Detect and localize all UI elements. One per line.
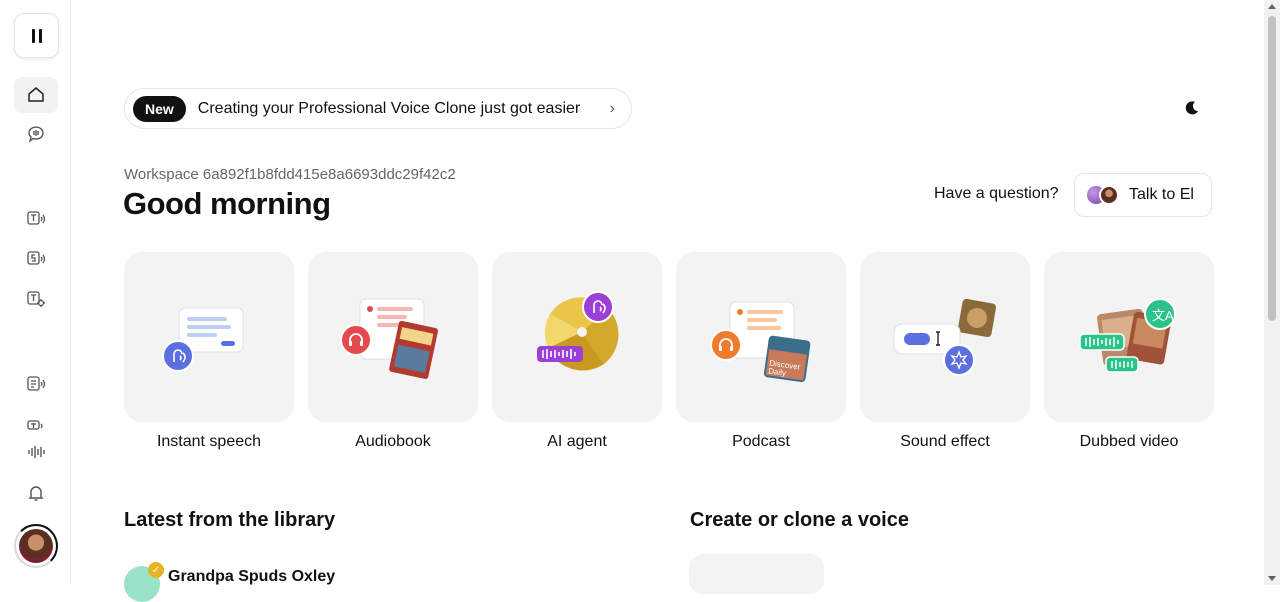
talk-to-el-button[interactable]: Talk to El xyxy=(1074,173,1212,217)
card-sound-effect[interactable]: Sound effect xyxy=(860,252,1030,451)
sound-settings-icon xyxy=(27,291,45,307)
page-title: Good morning xyxy=(123,186,331,221)
card-tile: Discover Daily xyxy=(676,252,846,422)
workspace-id: Workspace 6a892f1b8fdd415e8a6693ddc29f42… xyxy=(124,166,456,183)
clone-section-title: Create or clone a voice xyxy=(690,509,909,531)
sound-effect-illustration xyxy=(893,298,997,376)
user-avatar-button[interactable] xyxy=(14,524,58,568)
pause-icon xyxy=(31,28,42,43)
sidebar-item-home[interactable] xyxy=(14,77,58,113)
voice-avatar: ✓ xyxy=(124,562,164,602)
ai-agent-illustration xyxy=(537,291,619,371)
announcement-banner[interactable]: New Creating your Professional Voice Clo… xyxy=(124,88,632,129)
new-badge: New xyxy=(133,95,186,122)
card-label: Dubbed video xyxy=(1079,433,1179,450)
bell-icon xyxy=(28,486,44,501)
speech-to-speech-icon xyxy=(27,251,46,265)
library-item[interactable]: ✓ Grandpa Spuds Oxley xyxy=(124,560,335,602)
avatar xyxy=(19,529,53,563)
scroll-up-icon[interactable] xyxy=(1268,4,1276,9)
sidebar-item-notifications[interactable] xyxy=(14,475,58,511)
document-audio-icon xyxy=(27,376,46,391)
theme-toggle-button[interactable] xyxy=(1180,96,1204,120)
card-instant-speech[interactable]: Instant speech xyxy=(124,252,294,451)
card-label: Instant speech xyxy=(156,433,262,450)
card-label: Audiobook xyxy=(355,433,431,450)
sidebar-item-audio[interactable] xyxy=(14,434,58,470)
sidebar-item-projects[interactable] xyxy=(14,366,58,402)
sidebar-item-text-to-speech[interactable] xyxy=(14,201,58,237)
card-tile xyxy=(492,252,662,422)
card-audiobook[interactable]: Audiobook xyxy=(308,252,478,451)
sidebar-item-speech-to-speech[interactable] xyxy=(14,241,58,277)
card-tile xyxy=(308,252,478,422)
translate-icon xyxy=(27,420,43,430)
waveform-icon xyxy=(28,446,45,458)
instant-speech-illustration xyxy=(162,307,244,372)
speech-bubble-icon xyxy=(28,126,44,143)
card-podcast[interactable]: Discover Daily Podcast xyxy=(676,252,846,451)
sidebar xyxy=(0,0,71,585)
card-label: AI agent xyxy=(547,433,607,450)
podcast-illustration: DiscoverDaily xyxy=(710,301,811,383)
card-label: Sound effect xyxy=(900,433,990,450)
sidebar-item-sound-effects[interactable] xyxy=(14,281,58,317)
card-dubbed-video[interactable]: 文A Dubbed video xyxy=(1044,252,1214,451)
chevron-right-icon: › xyxy=(609,99,615,117)
feature-cards: Instant speech Audiobook AI agent Discov… xyxy=(124,252,1214,451)
scroll-down-icon[interactable] xyxy=(1268,576,1276,581)
card-ai-agent[interactable]: AI agent xyxy=(492,252,662,451)
scrollbar-thumb[interactable] xyxy=(1268,16,1276,321)
help-question: Have a question? xyxy=(934,185,1059,202)
card-tile xyxy=(860,252,1030,422)
verified-check-icon: ✓ xyxy=(148,562,164,578)
card-tile xyxy=(124,252,294,422)
page-scrollbar[interactable] xyxy=(1264,0,1280,585)
library-section-title: Latest from the library xyxy=(124,509,336,531)
dubbed-video-illustration: 文A xyxy=(1079,298,1176,373)
card-label: Podcast xyxy=(732,433,790,450)
agent-avatar xyxy=(1099,185,1119,205)
create-voice-tile[interactable] xyxy=(689,554,824,594)
voice-name: Grandpa Spuds Oxley xyxy=(168,568,336,585)
talk-button-label: Talk to El xyxy=(1129,186,1194,203)
sidebar-item-voices[interactable] xyxy=(14,116,58,152)
audiobook-illustration xyxy=(340,298,438,379)
card-tile: 文A xyxy=(1044,252,1214,422)
moon-icon xyxy=(1185,101,1198,115)
text-to-speech-icon xyxy=(27,211,46,225)
svg-text:文A: 文A xyxy=(1152,308,1174,323)
pause-logo-button[interactable] xyxy=(14,13,59,58)
banner-text: Creating your Professional Voice Clone j… xyxy=(197,99,581,117)
home-icon xyxy=(28,87,44,102)
